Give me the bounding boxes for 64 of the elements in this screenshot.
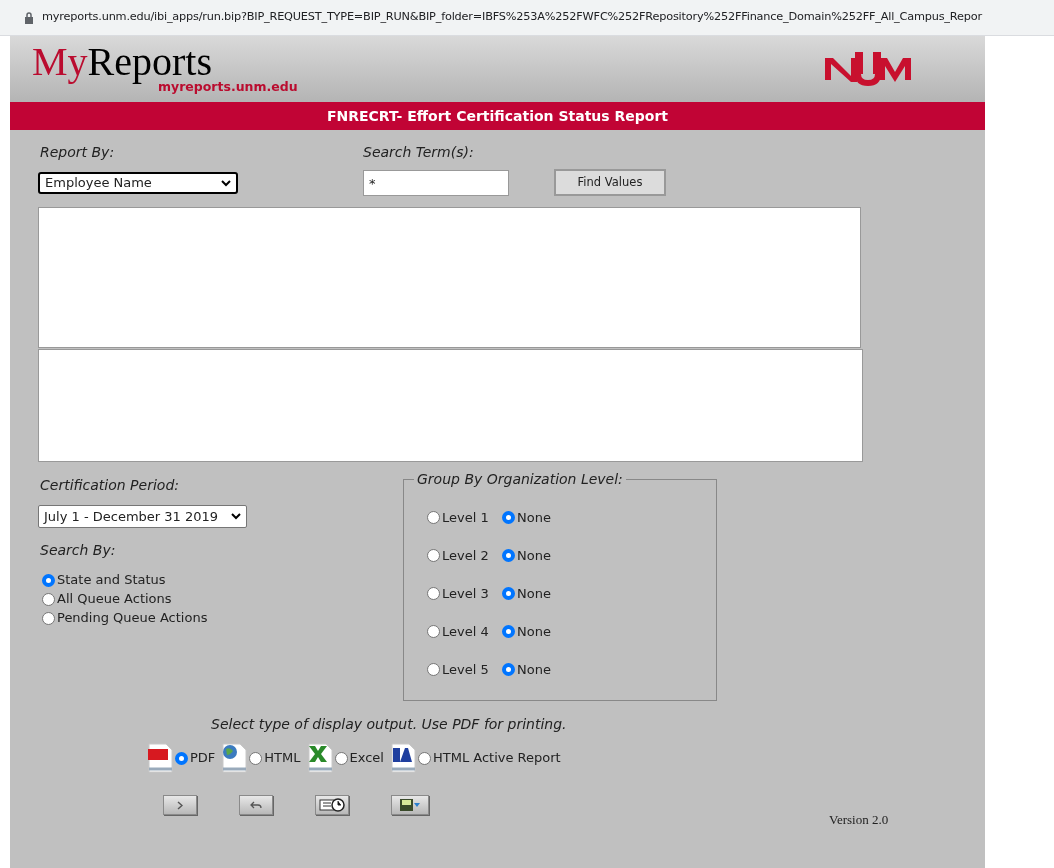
schedule-button[interactable] — [315, 795, 349, 815]
selected-values-area[interactable] — [38, 349, 863, 462]
radio-label: Level 1 — [442, 508, 490, 527]
brand-logo: MyReports — [32, 41, 212, 83]
radio-label: Excel — [349, 749, 384, 768]
radio-button[interactable] — [427, 625, 440, 638]
output-instruction: Select type of display output. Use PDF for printing. — [211, 715, 568, 734]
radio-label: State and Status — [57, 572, 166, 588]
radio-label: HTML — [264, 749, 301, 768]
spreadsheet-file-icon — [306, 743, 333, 773]
url-text: myreports.unm.edu/ibi_apps/run.bip?BIP_REQUEST_TYPE=BIP_RUN&BIP_folder=IBFS%253A%252FWFC%252FRepository%252FFinance_Domain%252FF_All_Campus_Repor — [42, 9, 982, 26]
save-button[interactable] — [391, 795, 429, 815]
radio-button[interactable] — [427, 587, 440, 600]
address-bar[interactable]: myreports.unm.edu/ibi_apps/run.bip?BIP_REQUEST_TYPE=BIP_RUN&BIP_folder=IBFS%253A%252FWFC%252FRepository%252FFinance_Domain%252FF_All_Campus_Repor — [0, 0, 1054, 36]
back-button[interactable] — [239, 795, 273, 815]
radio-button[interactable] — [502, 587, 515, 600]
caret-icon — [221, 179, 231, 187]
radio-label: None — [517, 584, 551, 603]
save-disk-icon — [399, 798, 421, 812]
radio-label: PDF — [190, 749, 216, 768]
lock-icon — [24, 11, 34, 24]
radio-button[interactable] — [42, 611, 55, 625]
field-label: Search By: — [39, 541, 117, 560]
certification-period-select[interactable]: July 1 - December 31 2019 — [38, 505, 247, 528]
find-values-button[interactable]: Find Values — [554, 169, 666, 196]
radio-button[interactable] — [502, 625, 515, 638]
pdf-file-icon — [147, 743, 173, 773]
radio-button[interactable] — [417, 751, 431, 765]
radio-button[interactable] — [502, 549, 515, 562]
caret-icon — [231, 513, 241, 520]
radio-label: Level 3 — [442, 584, 490, 603]
radio-label: None — [517, 622, 551, 641]
radio-button[interactable] — [502, 511, 515, 524]
report-by-select[interactable]: Employee Name — [38, 172, 238, 194]
radio-button[interactable] — [502, 663, 515, 676]
radio-label: All Queue Actions — [57, 591, 172, 607]
field-label: Certification Period: — [39, 476, 180, 495]
radio-label: None — [517, 546, 551, 565]
search-terms-field[interactable]: * — [363, 170, 509, 196]
radio-label: Pending Queue Actions — [57, 610, 208, 626]
version-label: Version 2.0 — [829, 810, 889, 829]
radio-label: Level 5 — [442, 660, 490, 679]
radio-button[interactable] — [334, 751, 348, 765]
field-label: Search Term(s): — [363, 143, 475, 162]
radio-button[interactable] — [427, 511, 440, 524]
radio-button[interactable] — [42, 592, 55, 606]
radio-button[interactable] — [175, 751, 188, 765]
globe-file-icon — [221, 743, 248, 773]
undo-arrow-icon — [250, 800, 262, 810]
radio-label: HTML Active Report — [432, 749, 561, 768]
calendar-clock-icon — [319, 798, 345, 812]
radio-button[interactable] — [427, 549, 440, 562]
radio-label: None — [517, 660, 551, 679]
run-button[interactable] — [163, 795, 197, 815]
radio-button[interactable] — [427, 663, 440, 676]
radio-label: Level 2 — [442, 546, 490, 565]
radio-label: None — [517, 508, 551, 527]
chevron-right-icon — [177, 800, 183, 810]
field-label: Report By: — [39, 143, 116, 162]
radio-button[interactable] — [42, 573, 55, 587]
radio-label: Level 4 — [442, 622, 490, 641]
report-title: FNRECRT- Effort Certification Status Report — [326, 106, 669, 126]
radio-button[interactable] — [249, 751, 263, 765]
document-file-icon — [389, 743, 416, 773]
